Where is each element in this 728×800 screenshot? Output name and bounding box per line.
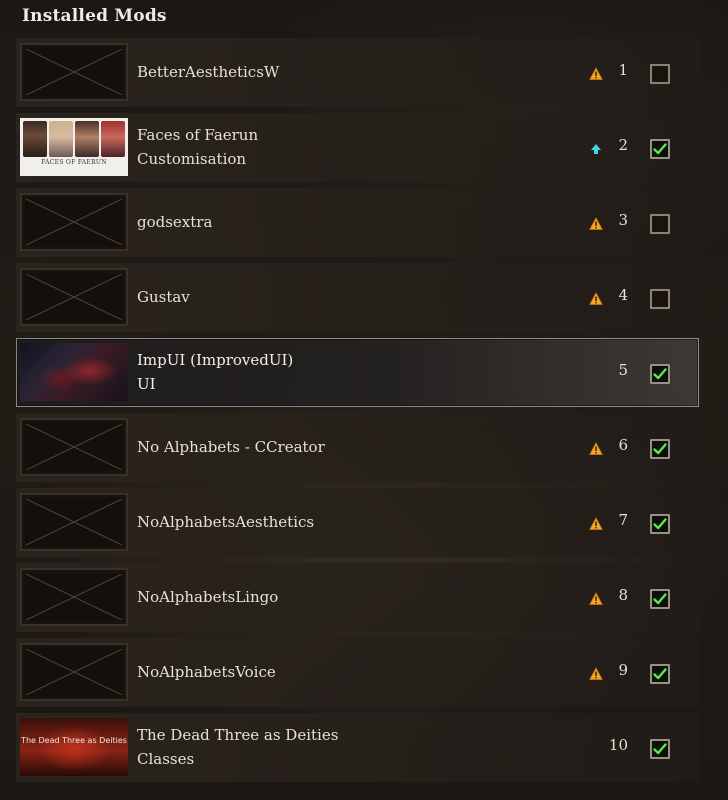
warning-icon xyxy=(589,441,603,455)
mod-name: NoAlphabetsVoice xyxy=(137,663,276,681)
mod-row-no-alphabets-ccreator[interactable]: No Alphabets - CCreator 6 xyxy=(16,413,699,482)
enable-checkbox[interactable] xyxy=(650,214,670,234)
enable-checkbox[interactable] xyxy=(650,64,670,84)
mod-row-gustav[interactable]: Gustav 4 xyxy=(16,263,699,332)
mod-row-godsextra[interactable]: godsextra 3 xyxy=(16,188,699,257)
page-title: Installed Mods xyxy=(22,6,167,26)
mod-thumbnail xyxy=(20,343,128,401)
warning-icon xyxy=(589,591,603,605)
mod-name: NoAlphabetsAesthetics xyxy=(137,513,315,531)
enable-checkbox[interactable] xyxy=(650,514,670,534)
warning-icon xyxy=(589,666,603,680)
mod-load-order: 1 xyxy=(618,61,628,79)
checkmark-icon xyxy=(653,743,667,755)
thumbnail-placeholder-icon xyxy=(20,43,128,101)
enable-checkbox[interactable] xyxy=(650,439,670,459)
mod-load-order: 9 xyxy=(618,661,628,679)
checkmark-icon xyxy=(653,518,667,530)
mod-list: BetterAestheticsW 1 FACES OF FAERUN Face… xyxy=(16,38,699,788)
warning-icon xyxy=(589,516,603,530)
mod-thumbnail: FACES OF FAERUN xyxy=(20,118,128,176)
mod-name: No Alphabets - CCreator xyxy=(137,438,325,456)
enable-checkbox[interactable] xyxy=(650,139,670,159)
mod-load-order: 8 xyxy=(618,586,628,604)
mod-load-order: 2 xyxy=(618,136,628,154)
thumbnail-caption: The Dead Three as Deities xyxy=(21,736,127,745)
warning-icon xyxy=(589,291,603,305)
mod-row-impui[interactable]: ImpUI (ImprovedUI) UI 5 xyxy=(16,338,699,407)
thumbnail-placeholder-icon xyxy=(20,193,128,251)
mod-name: Gustav xyxy=(137,288,190,306)
mod-name: The Dead Three as Deities Classes xyxy=(137,726,339,768)
checkmark-icon xyxy=(653,443,667,455)
enable-checkbox[interactable] xyxy=(650,289,670,309)
mod-row-noalphabetsaesthetics[interactable]: NoAlphabetsAesthetics 7 xyxy=(16,488,699,557)
checkmark-icon xyxy=(653,143,667,155)
mod-load-order: 7 xyxy=(618,511,628,529)
enable-checkbox[interactable] xyxy=(650,589,670,609)
mod-row-dead-three[interactable]: The Dead Three as Deities The Dead Three… xyxy=(16,713,699,782)
mod-name: ImpUI (ImprovedUI) UI xyxy=(137,351,294,393)
mod-name: godsextra xyxy=(137,213,213,231)
checkmark-icon xyxy=(653,368,667,380)
mod-name: Faces of Faerun Customisation xyxy=(137,126,259,168)
mod-load-order: 3 xyxy=(618,211,628,229)
enable-checkbox[interactable] xyxy=(650,364,670,384)
mod-name: NoAlphabetsLingo xyxy=(137,588,279,606)
mod-row-noalphabetsvoice[interactable]: NoAlphabetsVoice 9 xyxy=(16,638,699,707)
mod-row-betteraestheticsw[interactable]: BetterAestheticsW 1 xyxy=(16,38,699,107)
thumbnail-placeholder-icon xyxy=(20,493,128,551)
thumbnail-caption: FACES OF FAERUN xyxy=(41,159,107,166)
thumbnail-placeholder-icon xyxy=(20,568,128,626)
mod-row-faces-of-faerun[interactable]: FACES OF FAERUN Faces of Faerun Customis… xyxy=(16,113,699,182)
thumbnail-placeholder-icon xyxy=(20,268,128,326)
mod-load-order: 10 xyxy=(608,736,628,754)
enable-checkbox[interactable] xyxy=(650,664,670,684)
warning-icon xyxy=(589,66,603,80)
mod-row-noalphabetslingo[interactable]: NoAlphabetsLingo 8 xyxy=(16,563,699,632)
enable-checkbox[interactable] xyxy=(650,739,670,759)
checkmark-icon xyxy=(653,668,667,680)
mod-thumbnail: The Dead Three as Deities xyxy=(20,718,128,776)
thumbnail-placeholder-icon xyxy=(20,418,128,476)
warning-icon xyxy=(589,216,603,230)
mod-load-order: 6 xyxy=(618,436,628,454)
mod-load-order: 5 xyxy=(618,361,628,379)
checkmark-icon xyxy=(653,593,667,605)
thumbnail-placeholder-icon xyxy=(20,643,128,701)
mod-load-order: 4 xyxy=(618,286,628,304)
update-icon xyxy=(589,141,603,155)
mod-name: BetterAestheticsW xyxy=(137,63,280,81)
